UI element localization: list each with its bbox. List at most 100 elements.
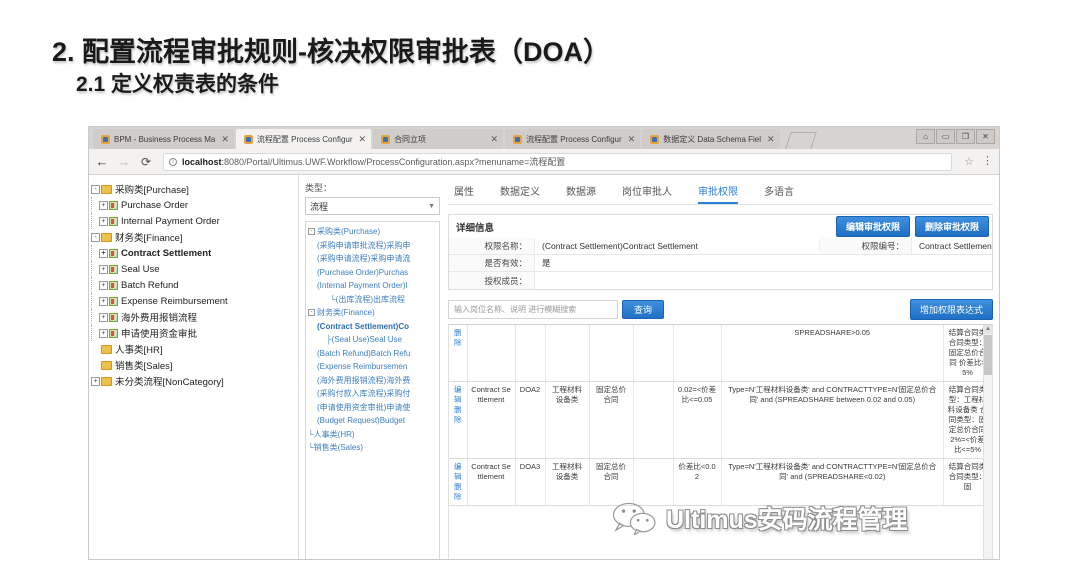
tree-item[interactable]: + 海外费用报销流程 [91,309,298,325]
process-list-tree[interactable]: - 采购类(Purchase) (采购申请审批流程)采购申 (采购申请流程)采购… [305,221,440,559]
process-tree-panel[interactable]: - 采购类[Purchase] + Purchase Order + Inter… [89,175,299,559]
mid-tree-item[interactable]: └人事类(HR) [308,428,437,442]
delete-action-2[interactable]: 除 [452,492,464,502]
expander-icon[interactable]: + [99,312,108,322]
tab-close-icon[interactable]: ✕ [628,134,636,145]
edit-action-2[interactable]: 辑 [452,472,464,482]
mid-tree-item[interactable]: (Purchase Order)Purchas [308,266,437,280]
expander-icon[interactable]: - [91,232,100,242]
edit-permission-button[interactable]: 编辑审批权限 [835,216,910,237]
delete-action-2[interactable]: 除 [452,338,464,348]
expander-icon[interactable]: + [99,264,108,274]
delete-permission-button[interactable]: 删除审批权限 [914,216,989,237]
mid-tree-item[interactable]: (Batch Refund)Batch Refu [308,347,437,361]
address-bar[interactable]: i localhost :8080/Portal/Ultimus.UWF.Wor… [163,152,953,171]
delete-action-2[interactable]: 除 [452,415,464,425]
tab-approval-permission[interactable]: 审批权限 [698,183,738,204]
minimize-button[interactable]: ▭ [936,129,955,144]
tab-data-definition[interactable]: 数据定义 [500,183,540,204]
bookmark-star-icon[interactable]: ☆ [964,155,974,168]
permission-grid[interactable]: 删 除 SPREADSHARE>0.05 结算合同类 合同类型：固定总价合同 价… [448,324,993,559]
mid-tree-item[interactable]: - 财务类(Finance) [308,306,437,320]
tab-close-icon[interactable]: ✕ [359,134,367,145]
tree-item[interactable]: + Expense Reimbursement [91,293,298,309]
tab-close-icon[interactable]: ✕ [767,134,775,145]
tree-item-contract-settlement[interactable]: + Contract Settlement [91,245,298,261]
expander-icon[interactable]: + [91,376,100,386]
table-row[interactable]: 删 除 SPREADSHARE>0.05 结算合同类 合同类型：固定总价合同 价… [449,325,992,382]
mid-tree-item[interactable]: (采购付款入库流程)采购付 [308,387,437,401]
expander-icon[interactable]: - [308,309,315,317]
expander-icon[interactable]: + [99,296,108,306]
browser-tab-active[interactable]: 流程配置 Process Configur ✕ [235,129,372,149]
browser-tab[interactable]: 数据定义 Data Schema Fiel ✕ [642,129,780,149]
mid-tree-item[interactable]: ├(Seal Use)Seal Use [308,333,437,347]
table-row[interactable]: 编 辑 删 除 Contract Settlement DOA3 工程材料设备类… [449,458,992,506]
edit-action-1[interactable]: 编 [452,462,464,472]
mid-tree-item[interactable]: (Expense Reimbursemen [308,360,437,374]
query-button[interactable]: 查询 [622,300,665,319]
tree-item[interactable]: + Internal Payment Order [91,213,298,229]
expander-icon[interactable]: + [99,328,108,338]
scrollbar-thumb[interactable] [984,335,992,375]
tab-data-source[interactable]: 数据源 [566,183,596,204]
delete-action-1[interactable]: 删 [452,405,464,415]
add-permission-expression-button[interactable]: 增加权限表达式 [909,299,993,320]
row-actions[interactable]: 删 除 [449,325,468,382]
tab-position-approver[interactable]: 岗位审批人 [622,183,672,204]
site-info-icon[interactable]: i [169,157,177,166]
maximize-button[interactable]: ❐ [956,129,975,144]
mid-tree-item-selected[interactable]: (Contract Settlement)Co [308,320,437,334]
mid-tree-item[interactable]: - 采购类(Purchase) [308,225,437,239]
browser-menu-icon[interactable]: ⋮ [982,156,993,167]
expander-icon[interactable]: + [99,216,108,226]
tree-item[interactable]: + Purchase Order [91,197,298,213]
delete-action-1[interactable]: 删 [452,482,464,492]
search-input[interactable]: 输入岗位名称、说明 进行模糊搜索 [448,300,618,319]
mid-tree-item[interactable]: └(出库流程)出库流程 [308,293,437,307]
type-select[interactable]: 流程 ▼ [305,197,440,215]
new-tab-button[interactable] [784,132,817,149]
delete-action-1[interactable]: 删 [452,328,464,338]
tab-close-icon[interactable]: ✕ [221,134,229,145]
mid-tree-item[interactable]: (Budget Request)Budget [308,414,437,428]
expander-icon[interactable]: - [308,228,315,236]
edit-action-2[interactable]: 辑 [452,395,464,405]
close-window-button[interactable]: ✕ [976,129,995,144]
tree-item[interactable]: 销售类[Sales] [91,357,298,373]
tree-item[interactable]: + Seal Use [91,261,298,277]
expander-icon[interactable]: + [99,248,108,258]
tree-item[interactable]: + Batch Refund [91,277,298,293]
expander-icon[interactable]: - [91,184,100,194]
tree-item[interactable]: + 未分类流程[NonCategory] [91,373,298,389]
tab-properties[interactable]: 属性 [454,183,474,204]
back-icon[interactable]: ← [95,154,109,169]
tab-multilanguage[interactable]: 多语言 [764,183,794,204]
user-profile-icon[interactable]: ⌂ [916,129,935,144]
grid-scrollbar[interactable]: ▲ [983,325,992,559]
browser-tab[interactable]: 流程配置 Process Configur ✕ [505,129,641,149]
scroll-up-icon[interactable]: ▲ [984,325,992,334]
mid-tree-item[interactable]: (采购申请审批流程)采购申 [308,239,437,253]
row-actions[interactable]: 编 辑 删 除 [449,381,468,459]
row-actions[interactable]: 编 辑 删 除 [449,458,468,506]
browser-tab[interactable]: BPM - Business Process Ma ✕ [93,129,234,149]
tree-item[interactable]: + 申请使用资金审批 [91,325,298,341]
reload-icon[interactable]: ⟳ [139,155,153,169]
tree-item[interactable]: - 采购类[Purchase] [91,181,298,197]
mid-tree-item[interactable]: (采购申请流程)采购申请流 [308,252,437,266]
forward-icon[interactable]: → [117,154,131,169]
mid-tree-item[interactable]: └销售类(Sales) [308,441,437,455]
browser-tab[interactable]: 合同立项 ✕ [373,129,504,149]
mid-tree-item[interactable]: (Internal Payment Order)I [308,279,437,293]
mid-tree-item[interactable]: (海外费用报销流程)海外费 [308,374,437,388]
table-row[interactable]: 编 辑 删 除 Contract Settlement DOA2 工程材料设备类… [449,381,992,459]
tree-item[interactable]: - 财务类[Finance] [91,229,298,245]
tab-close-icon[interactable]: ✕ [491,134,499,145]
tree-item[interactable]: 人事类[HR] [91,341,298,357]
edit-action-1[interactable]: 编 [452,385,464,395]
cell-code: DOA2 [515,381,546,459]
expander-icon[interactable]: + [99,200,108,210]
mid-tree-item[interactable]: (申请使用资金审批)申请使 [308,401,437,415]
expander-icon[interactable]: + [99,280,108,290]
